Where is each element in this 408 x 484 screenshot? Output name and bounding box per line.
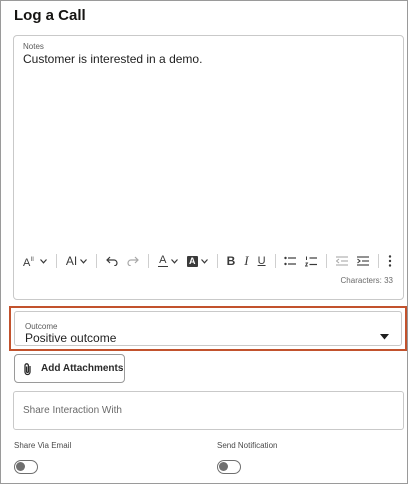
text-size-label: AI: [65, 254, 78, 268]
send-notification-label: Send Notification: [217, 441, 278, 450]
text-color-button[interactable]: A: [157, 252, 178, 270]
toolbar-divider: [96, 254, 97, 268]
toolbar-divider: [56, 254, 57, 268]
send-notification-toggle[interactable]: [217, 460, 241, 474]
toggle-knob: [219, 462, 228, 471]
add-attachments-button[interactable]: Add Attachments: [14, 354, 125, 383]
outcome-value: Positive outcome: [25, 331, 117, 345]
add-attachments-label: Add Attachments: [41, 363, 124, 374]
log-call-dialog: Log a Call Notes Customer is interested …: [0, 0, 408, 484]
redo-icon: [127, 256, 139, 266]
bulleted-list-button[interactable]: [284, 252, 297, 270]
notes-label: Notes: [23, 42, 44, 51]
redo-button[interactable]: [127, 252, 139, 270]
svg-text:A: A: [23, 257, 31, 267]
outcome-highlight: Outcome Positive outcome: [9, 306, 407, 351]
outdent-icon: [336, 256, 349, 266]
paperclip-icon: [23, 362, 33, 376]
outcome-label: Outcome: [25, 322, 58, 331]
share-via-email-toggle[interactable]: [14, 460, 38, 474]
text-size-button[interactable]: AI: [65, 252, 88, 270]
share-via-email-label: Share Via Email: [14, 441, 72, 450]
dialog-title: Log a Call: [14, 7, 86, 24]
svg-text:ll: ll: [31, 257, 34, 263]
font-size-button[interactable]: All: [23, 252, 47, 270]
highlight-color-button[interactable]: A: [186, 252, 208, 270]
more-options-button[interactable]: [388, 252, 392, 270]
chevron-down-icon: [80, 258, 88, 264]
text-color-icon: A: [157, 253, 168, 268]
chevron-down-icon: [200, 258, 208, 264]
toolbar-divider: [147, 254, 149, 268]
numbered-list-icon: [305, 256, 318, 267]
bold-icon: B: [226, 254, 236, 268]
toolbar-divider: [274, 254, 276, 268]
toolbar-divider: [378, 254, 379, 268]
share-interaction-field[interactable]: [13, 391, 404, 430]
character-count: Characters: 33: [340, 276, 393, 285]
undo-icon: [106, 256, 118, 266]
notes-text[interactable]: Customer is interested in a demo.: [23, 52, 202, 66]
bulleted-list-icon: [284, 256, 297, 266]
outcome-select[interactable]: Outcome Positive outcome: [14, 311, 402, 346]
share-interaction-input[interactable]: [23, 405, 393, 416]
toolbar-divider: [216, 254, 218, 268]
bold-button[interactable]: B: [227, 252, 236, 270]
underline-icon: U: [257, 255, 266, 267]
more-options-icon: [388, 255, 392, 267]
font-size-icon: All: [23, 255, 37, 267]
outdent-button[interactable]: [336, 252, 349, 270]
notes-editor[interactable]: Notes Customer is interested in a demo. …: [13, 35, 404, 300]
underline-button[interactable]: U: [258, 252, 266, 270]
indent-icon: [357, 256, 370, 266]
chevron-down-icon: [170, 258, 178, 264]
toggle-knob: [16, 462, 25, 471]
caret-down-icon: [380, 327, 389, 345]
italic-button[interactable]: I: [244, 252, 248, 270]
undo-button[interactable]: [106, 252, 118, 270]
numbered-list-button[interactable]: [305, 252, 318, 270]
toolbar-divider: [326, 254, 328, 268]
chevron-down-icon: [40, 258, 47, 264]
highlight-color-icon: A: [186, 255, 198, 267]
indent-button[interactable]: [357, 252, 370, 270]
rich-text-toolbar: All AI A A B I U: [23, 252, 401, 270]
italic-icon: I: [244, 253, 249, 268]
